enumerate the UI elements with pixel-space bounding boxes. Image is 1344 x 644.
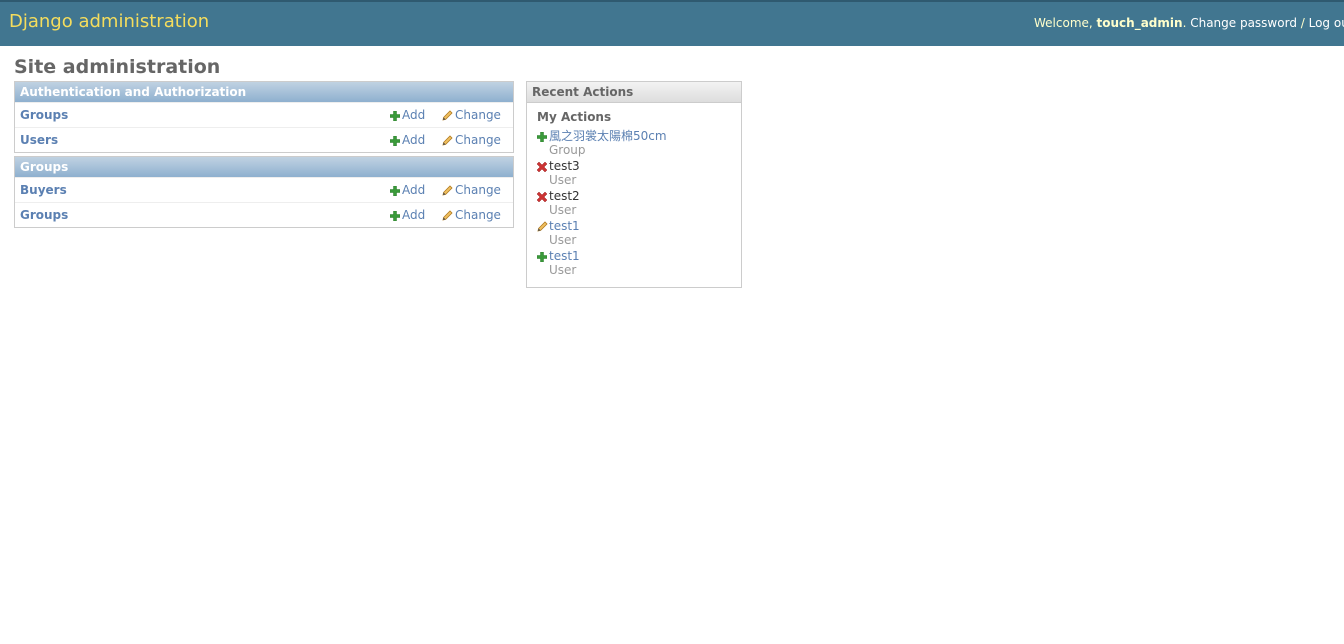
model-link-buyers[interactable]: Buyers bbox=[20, 178, 67, 202]
table-row: Users Add Change bbox=[15, 127, 513, 152]
model-link-groups[interactable]: Groups bbox=[20, 103, 68, 127]
change-link[interactable]: Change bbox=[442, 103, 501, 127]
change-icon bbox=[537, 221, 548, 235]
add-label: Add bbox=[402, 183, 426, 197]
module-groups: Groups Buyers Add Change Groups Add Chan… bbox=[14, 156, 514, 228]
add-label: Add bbox=[402, 208, 426, 222]
recent-action-type: User bbox=[549, 173, 577, 187]
recent-actions-panel: Recent Actions My Actions 風之羽裳太陽棉50cm Gr… bbox=[526, 81, 742, 288]
change-password-link[interactable]: Change password bbox=[1190, 16, 1297, 30]
page-title: Site administration bbox=[14, 56, 221, 78]
module-caption[interactable]: Authentication and Authorization bbox=[15, 82, 513, 102]
change-link[interactable]: Change bbox=[442, 203, 501, 227]
add-icon bbox=[536, 251, 548, 265]
add-link[interactable]: Add bbox=[390, 103, 425, 127]
change-link[interactable]: Change bbox=[442, 128, 501, 152]
model-link-users[interactable]: Users bbox=[20, 128, 58, 152]
list-item: 風之羽裳太陽棉50cm Group bbox=[536, 128, 737, 158]
delete-icon bbox=[536, 191, 548, 205]
change-label: Change bbox=[455, 183, 501, 197]
change-label: Change bbox=[455, 133, 501, 147]
table-row: Buyers Add Change bbox=[15, 177, 513, 202]
recent-action-type: User bbox=[549, 263, 577, 277]
model-link-groups[interactable]: Groups bbox=[20, 203, 68, 227]
change-link[interactable]: Change bbox=[442, 178, 501, 202]
recent-action-type: User bbox=[549, 233, 577, 247]
recent-actions-caption: Recent Actions bbox=[527, 82, 741, 103]
add-icon bbox=[390, 135, 400, 146]
table-row: Groups Add Change bbox=[15, 102, 513, 127]
change-icon bbox=[442, 185, 453, 196]
change-icon bbox=[442, 135, 453, 146]
module-auth: Authentication and Authorization Groups … bbox=[14, 81, 514, 153]
recent-action-type: User bbox=[549, 203, 577, 217]
add-link[interactable]: Add bbox=[390, 203, 425, 227]
user-tools-separator: / bbox=[1296, 16, 1309, 30]
table-row: Groups Add Change bbox=[15, 202, 513, 227]
site-branding[interactable]: Django administration bbox=[9, 11, 209, 32]
welcome-prefix: Welcome, bbox=[1034, 16, 1097, 30]
add-icon bbox=[390, 210, 400, 221]
add-link[interactable]: Add bbox=[390, 178, 425, 202]
logout-link[interactable]: Log out bbox=[1309, 16, 1344, 30]
module-caption[interactable]: Groups bbox=[15, 157, 513, 177]
recent-actions-list: 風之羽裳太陽棉50cm Group test3 User test2 User … bbox=[536, 128, 737, 278]
change-label: Change bbox=[455, 208, 501, 222]
add-label: Add bbox=[402, 133, 426, 147]
list-item: test2 User bbox=[536, 188, 737, 218]
change-icon bbox=[442, 110, 453, 121]
recent-action-type: Group bbox=[549, 143, 586, 157]
list-item: test1 User bbox=[536, 248, 737, 278]
header-bar: Django administration Welcome, touch_adm… bbox=[0, 0, 1344, 46]
add-icon bbox=[536, 131, 548, 145]
my-actions-heading: My Actions bbox=[537, 110, 612, 124]
add-icon bbox=[390, 185, 400, 196]
user-tools: Welcome, touch_admin. Change password / … bbox=[1034, 16, 1344, 30]
change-label: Change bbox=[455, 108, 501, 122]
list-item: test1 User bbox=[537, 218, 737, 248]
add-link[interactable]: Add bbox=[390, 128, 425, 152]
add-icon bbox=[390, 110, 400, 121]
list-item: test3 User bbox=[536, 158, 737, 188]
username: touch_admin bbox=[1096, 16, 1183, 30]
delete-icon bbox=[536, 161, 548, 175]
add-label: Add bbox=[402, 108, 426, 122]
change-icon bbox=[442, 210, 453, 221]
